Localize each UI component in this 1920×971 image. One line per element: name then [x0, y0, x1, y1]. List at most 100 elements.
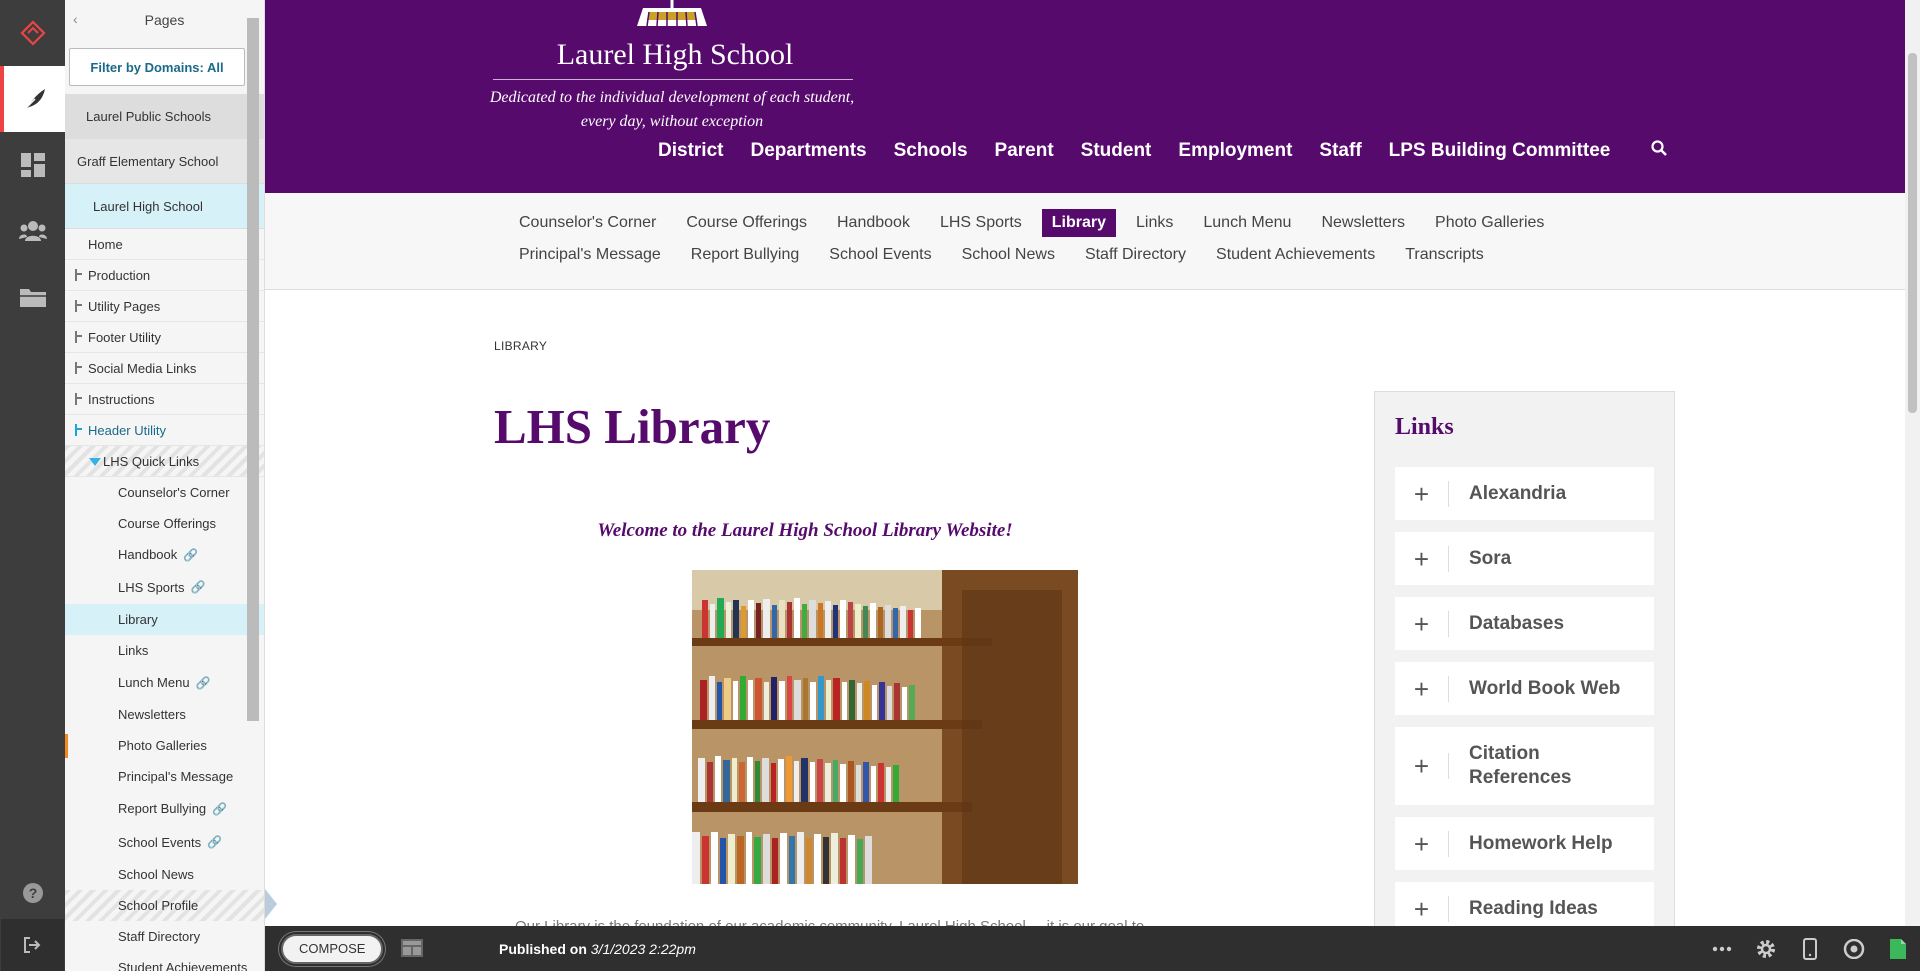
main-nav-district[interactable]: District [658, 140, 723, 162]
dashboard-icon[interactable] [0, 132, 65, 198]
mobile-preview-icon[interactable] [1788, 937, 1832, 960]
tree-item-utility-pages[interactable]: Utility Pages [65, 291, 264, 322]
app-logo-icon[interactable] [0, 0, 65, 66]
sub-nav-photo-galleries[interactable]: Photo Galleries [1425, 209, 1554, 237]
tree-item-course-offerings[interactable]: Course Offerings [65, 508, 264, 539]
tree-item-lhs-sports[interactable]: LHS Sports 🔗 [65, 570, 264, 604]
sub-nav-newsletters[interactable]: Newsletters [1311, 209, 1415, 237]
sub-nav-row-1: Counselor's Corner Course Offerings Hand… [509, 209, 1564, 237]
sub-nav-lunch-menu[interactable]: Lunch Menu [1193, 209, 1301, 237]
tree-item-home[interactable]: Home [65, 229, 264, 260]
plus-icon[interactable]: + [1395, 480, 1449, 507]
sub-nav-transcripts[interactable]: Transcripts [1395, 241, 1494, 269]
links-sidebar: Links + Alexandria + Sora + Databases + Worl… [1374, 391, 1675, 926]
plus-icon[interactable]: + [1395, 610, 1449, 637]
tree-item-handbook[interactable]: Handbook 🔗 [65, 539, 264, 570]
accordion-citation-references[interactable]: + Citation References [1395, 727, 1654, 805]
domain-laurel-public-schools[interactable]: Laurel Public Schools [65, 94, 264, 139]
header-divider [493, 79, 853, 80]
expanded-triangle-icon[interactable] [89, 458, 101, 466]
expand-icon[interactable] [75, 393, 83, 405]
sub-nav-course-offerings[interactable]: Course Offerings [676, 209, 817, 237]
domain-graff-elementary[interactable]: Graff Elementary School [65, 139, 264, 184]
plus-icon[interactable]: + [1395, 753, 1449, 779]
accordion-homework-help[interactable]: + Homework Help [1395, 817, 1654, 870]
drawer-toggle-icon[interactable] [265, 889, 277, 919]
sub-nav-counselors-corner[interactable]: Counselor's Corner [509, 209, 666, 237]
plus-icon[interactable]: + [1395, 675, 1449, 702]
sub-nav-report-bullying[interactable]: Report Bullying [681, 241, 810, 269]
accordion-reading-ideas[interactable]: + Reading Ideas [1395, 882, 1654, 926]
tree-item-school-events[interactable]: School Events 🔗 [65, 825, 264, 859]
tree-item-links[interactable]: Links [65, 635, 264, 666]
tree-item-school-news[interactable]: School News [65, 859, 264, 890]
tree-item-student-achievements[interactable]: Student Achievements [65, 952, 264, 971]
accordion-world-book-web[interactable]: + World Book Web [1395, 662, 1654, 715]
gear-icon[interactable] [1744, 938, 1788, 960]
sub-nav-school-events[interactable]: School Events [819, 241, 941, 269]
tree-item-social-media-links[interactable]: Social Media Links [65, 353, 264, 384]
plus-icon[interactable]: + [1395, 545, 1449, 572]
sub-nav-staff-directory[interactable]: Staff Directory [1075, 241, 1196, 269]
help-icon[interactable]: ? [0, 860, 65, 926]
tree-item-report-bullying[interactable]: Report Bullying 🔗 [65, 792, 264, 825]
page-status-icon[interactable] [1876, 938, 1920, 959]
school-name[interactable]: Laurel High School [495, 38, 855, 72]
domain-laurel-high-school[interactable]: Laurel High School [65, 184, 264, 229]
main-nav-schools[interactable]: Schools [894, 140, 968, 162]
sub-nav-student-achievements[interactable]: Student Achievements [1206, 241, 1385, 269]
users-icon[interactable] [0, 198, 65, 264]
main-nav-departments[interactable]: Departments [750, 140, 866, 162]
filter-domains-button[interactable]: Filter by Domains: All [69, 48, 245, 86]
expand-icon[interactable] [75, 269, 83, 281]
compose-button[interactable]: COMPOSE [281, 933, 384, 964]
sub-nav-handbook[interactable]: Handbook [827, 209, 920, 237]
more-icon[interactable] [1700, 946, 1744, 952]
preview-scrollbar[interactable] [1905, 0, 1920, 926]
tree-item-staff-directory[interactable]: Staff Directory [65, 921, 264, 952]
accordion-alexandria[interactable]: + Alexandria [1395, 467, 1654, 520]
tree-item-counselors-corner[interactable]: Counselor's Corner [65, 477, 264, 508]
tree-item-library[interactable]: Library [65, 604, 264, 635]
sub-nav-lhs-sports[interactable]: LHS Sports [930, 209, 1032, 237]
tree-item-header-utility[interactable]: Header Utility [65, 415, 264, 446]
sub-nav-links[interactable]: Links [1126, 209, 1183, 237]
accordion-sora[interactable]: + Sora [1395, 532, 1654, 585]
main-nav-employment[interactable]: Employment [1178, 140, 1292, 162]
plus-icon[interactable]: + [1395, 895, 1449, 922]
collapse-chevron-icon[interactable]: ‹ [73, 11, 78, 27]
search-icon[interactable] [1651, 140, 1668, 162]
plus-icon[interactable]: + [1395, 830, 1449, 857]
folder-icon[interactable] [0, 264, 65, 330]
eye-icon[interactable] [1832, 938, 1876, 959]
main-nav-lps-building-committee[interactable]: LPS Building Committee [1389, 140, 1611, 162]
tree-item-production[interactable]: Production [65, 260, 264, 291]
tree-item-photo-galleries[interactable]: Photo Galleries [65, 730, 264, 761]
expand-icon[interactable] [75, 362, 83, 374]
pages-feather-icon[interactable] [0, 66, 65, 132]
layout-icon[interactable] [401, 939, 423, 962]
accordion-databases[interactable]: + Databases [1395, 597, 1654, 650]
breadcrumb: LIBRARY [494, 339, 548, 353]
sub-nav-principals-message[interactable]: Principal's Message [509, 241, 671, 269]
link-icon: 🔗 [207, 835, 223, 849]
tree-item-lhs-quick-links[interactable]: LHS Quick Links [65, 446, 264, 477]
tree-item-school-profile[interactable]: School Profile [65, 890, 264, 921]
main-nav-student[interactable]: Student [1081, 140, 1152, 162]
tree-item-principals-message[interactable]: Principal's Message [65, 761, 264, 792]
preview-scrollbar-thumb[interactable] [1908, 53, 1917, 413]
main-nav-staff[interactable]: Staff [1319, 140, 1361, 162]
expand-icon[interactable] [75, 424, 83, 436]
sub-nav-library[interactable]: Library [1041, 209, 1117, 237]
sub-nav-school-news[interactable]: School News [952, 241, 1065, 269]
tree-item-footer-utility[interactable]: Footer Utility [65, 322, 264, 353]
pages-scrollbar[interactable] [247, 18, 259, 721]
tree-item-instructions[interactable]: Instructions [65, 384, 264, 415]
expand-icon[interactable] [75, 331, 83, 343]
tree-item-newsletters[interactable]: Newsletters [65, 699, 264, 730]
logout-icon[interactable] [23, 936, 41, 959]
pages-panel: ‹ Pages Filter by Domains: All Laurel Pu… [65, 0, 265, 971]
expand-icon[interactable] [75, 300, 83, 312]
main-nav-parent[interactable]: Parent [995, 140, 1054, 162]
tree-item-lunch-menu[interactable]: Lunch Menu 🔗 [65, 666, 264, 699]
